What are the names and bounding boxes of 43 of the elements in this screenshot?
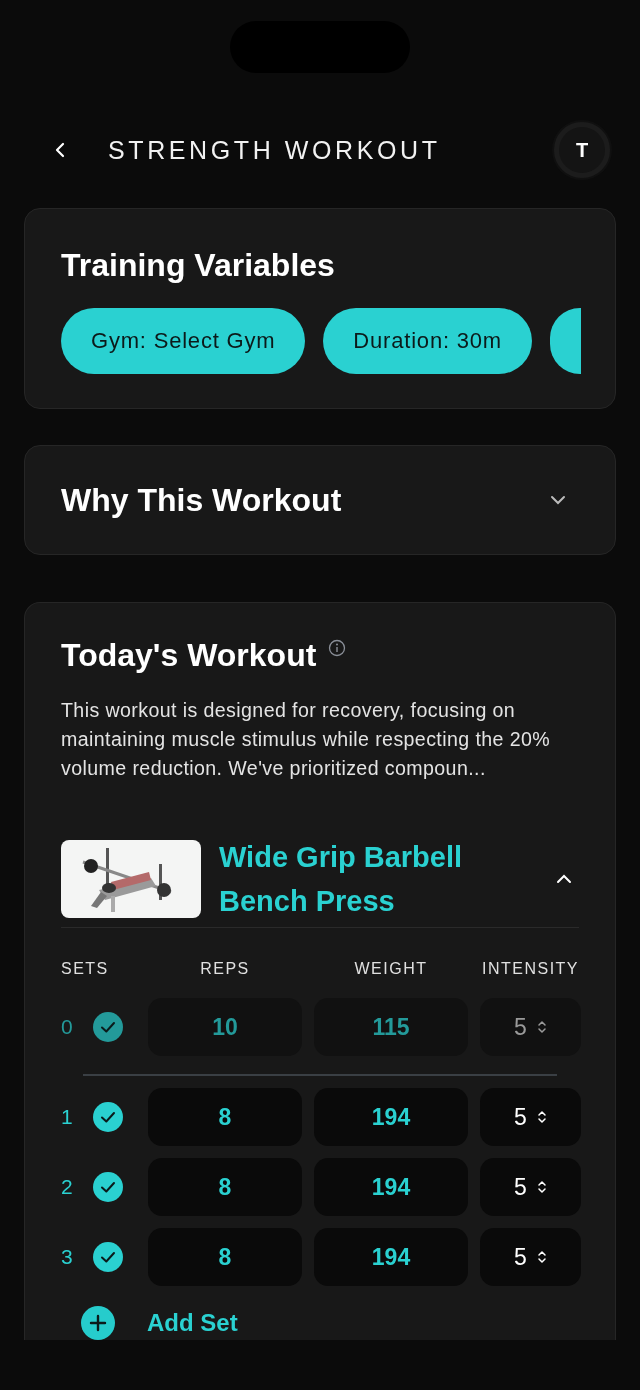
stepper-icon xyxy=(536,1019,547,1035)
chevron-icon[interactable] xyxy=(555,873,573,885)
column-header: SETS xyxy=(61,960,110,979)
weight-field[interactable]: 115 xyxy=(314,998,468,1056)
add-set-button[interactable]: Add Set xyxy=(61,1306,238,1340)
stepper-icon xyxy=(536,1109,547,1125)
reps-field[interactable]: 8 xyxy=(148,1088,302,1146)
column-header: REPS xyxy=(199,960,251,979)
column-header: WEIGHT xyxy=(353,960,429,979)
set-number: 2 xyxy=(61,1175,74,1199)
filter-chip[interactable]: Duration: 30m xyxy=(323,308,532,375)
page-title: STRENGTH WORKOUT xyxy=(108,135,442,165)
reps-field[interactable]: 8 xyxy=(148,1228,302,1286)
checkbox[interactable] xyxy=(93,1012,123,1042)
filter-chip[interactable]: Gym: Select Gym xyxy=(61,308,306,375)
avatar-button[interactable]: T xyxy=(554,122,610,179)
checkbox[interactable] xyxy=(93,1102,123,1132)
set-number: 3 xyxy=(61,1245,74,1269)
section-title: Today's Workout xyxy=(61,637,317,674)
weight-field[interactable]: 194 xyxy=(314,1158,468,1216)
checkbox[interactable] xyxy=(93,1242,123,1272)
plus-icon xyxy=(81,1306,115,1340)
column-header: INTENSITY xyxy=(480,960,581,979)
reps-field[interactable]: 10 xyxy=(148,998,302,1056)
back-icon xyxy=(54,141,66,160)
info-icon xyxy=(328,639,347,657)
section-title: Training Variables xyxy=(61,247,336,285)
workout-description: This workout is designed for recovery, focusing on maintaining muscle stimulus while respecting the 20% volume reduction. We've prioritized compoun... xyxy=(61,698,552,781)
set-number: 0 xyxy=(61,1015,74,1039)
why-card[interactable]: Why This Workout xyxy=(24,445,616,555)
intensity-stepper[interactable]: 5 xyxy=(480,1088,581,1146)
weight-field[interactable]: 194 xyxy=(314,1228,468,1286)
set-number: 1 xyxy=(61,1105,74,1129)
intensity-stepper[interactable]: 5 xyxy=(480,1228,581,1286)
reps-field[interactable]: 8 xyxy=(148,1158,302,1216)
stepper-icon xyxy=(536,1179,547,1195)
stepper-icon xyxy=(536,1249,547,1265)
intensity-stepper[interactable]: 5 xyxy=(480,998,581,1056)
intensity-stepper[interactable]: 5 xyxy=(480,1158,581,1216)
exercise-name[interactable]: Wide Grip Barbell Bench Press xyxy=(219,835,555,923)
checkbox[interactable] xyxy=(93,1172,123,1202)
section-title: Why This Workout xyxy=(61,481,342,519)
weight-field[interactable]: 194 xyxy=(314,1088,468,1146)
